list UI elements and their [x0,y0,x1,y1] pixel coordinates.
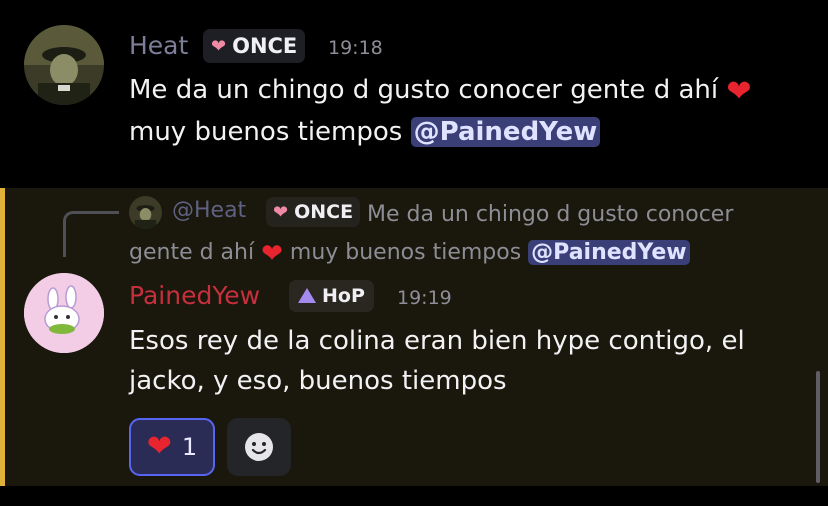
reply-avatar-heat[interactable] [129,196,162,229]
timestamp: 19:19 [397,287,452,309]
message-text-line2: muy buenos tiempos [129,117,403,147]
timestamp: 19:18 [328,37,383,59]
red-heart-emoji-icon: ❤ [261,239,283,269]
reply-text-part2: muy buenos tiempos [289,240,522,265]
highlight-bar [0,188,5,486]
message-text-line1: Me da un chingo d gusto conocer gente d … [129,75,719,105]
role-tag-label: ONCE [232,34,298,58]
reaction-heart[interactable]: ❤ 1 [129,418,215,476]
red-heart-emoji-icon: ❤ [146,429,172,464]
reply-mention[interactable]: @PainedYew [528,240,690,265]
role-tag[interactable]: HoP [289,280,374,312]
avatar-heat[interactable] [24,25,104,105]
add-reaction-button[interactable] [227,418,291,476]
reaction-count: 1 [181,433,198,461]
red-heart-emoji-icon: ❤ [726,74,752,109]
message-text: Esos rey de la colina eran bien hype con… [129,326,745,396]
message-heat: Heat ❤ ONCE 19:18 Me da un chingo d gust… [0,0,828,188]
avatar-painedyew[interactable] [24,273,104,353]
user-mention[interactable]: @PainedYew [410,117,601,147]
author-name[interactable]: PainedYew [129,281,260,311]
role-tag-label: HoP [322,285,365,307]
reply-author[interactable]: @Heat [172,198,246,223]
purple-gem-icon [298,287,316,303]
reply-role-tag-label: ONCE [294,201,354,223]
pink-heart-icon: ❤ [211,35,227,57]
reply-role-tag[interactable]: ❤ ONCE [266,197,361,227]
smiley-add-reaction-icon [245,433,273,461]
reply-connector [63,211,119,257]
author-name[interactable]: Heat [129,31,188,61]
pink-heart-icon: ❤ [273,201,289,223]
role-tag[interactable]: ❤ ONCE [203,29,306,63]
message-text: Me da un chingo d gusto conocer gente d … [129,70,809,152]
scrollbar[interactable] [816,371,820,483]
